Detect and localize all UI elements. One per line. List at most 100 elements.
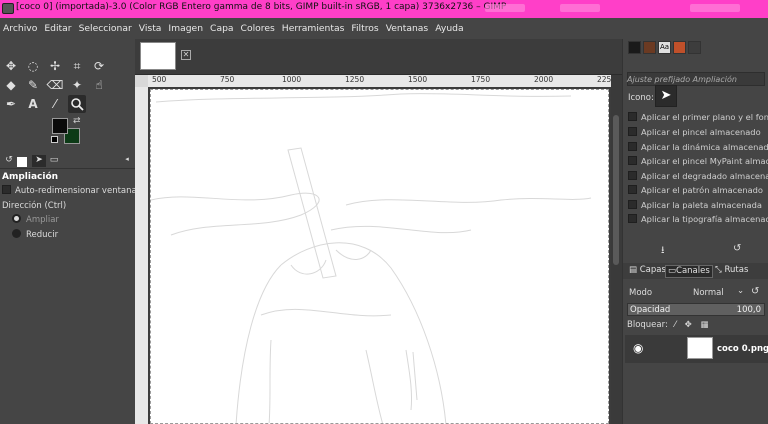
preset-icon-button[interactable]: ➤ xyxy=(655,85,677,107)
preset-checkbox[interactable] xyxy=(628,156,637,165)
tool-options-tab-icon[interactable]: ↺ xyxy=(2,155,16,167)
preset-item-label: Aplicar la paleta almacenada xyxy=(641,200,762,210)
preset-checkbox[interactable] xyxy=(628,185,637,194)
preset-item[interactable]: Aplicar la tipografía almacenada xyxy=(628,214,768,224)
crop-tool-icon[interactable]: ⌗ xyxy=(68,57,86,75)
zoom-out-radio-dot[interactable] xyxy=(12,229,21,238)
menu-seleccionar[interactable]: Seleccionar xyxy=(79,23,132,34)
warp-tool-icon[interactable]: ✢ xyxy=(46,57,64,75)
default-colors-icon[interactable] xyxy=(51,136,58,143)
text-tool-icon[interactable]: A xyxy=(24,95,42,113)
ruler-tick: 225 xyxy=(597,75,611,84)
smudge-icon[interactable]: ☝ xyxy=(90,76,108,94)
foreground-color-swatch[interactable] xyxy=(52,118,68,134)
menu-herramientas[interactable]: Herramientas xyxy=(282,23,345,34)
reset-preset-icon[interactable]: ↺ xyxy=(733,243,741,254)
zoom-tool-icon[interactable] xyxy=(68,95,86,113)
preset-item-label: Aplicar el pincel MyPaint almacen xyxy=(641,156,768,166)
presets-tab-icon[interactable] xyxy=(688,41,701,54)
layer-thumbnail xyxy=(687,337,713,359)
preset-checkbox[interactable] xyxy=(628,127,637,136)
background-tab-ghost xyxy=(560,4,600,12)
background-tab-ghost xyxy=(485,4,525,12)
preset-item[interactable]: Aplicar la dinámica almacenada xyxy=(628,142,768,152)
menu-archivo[interactable]: Archivo xyxy=(3,23,37,34)
document-history-tab-icon[interactable] xyxy=(673,41,686,54)
zoom-out-radio[interactable]: Reducir xyxy=(12,229,58,240)
image-canvas[interactable] xyxy=(150,89,609,424)
tab-paths-label: Rutas xyxy=(724,265,749,275)
scrollbar-thumb[interactable] xyxy=(613,115,619,265)
zoom-in-radio[interactable]: Ampliar xyxy=(12,214,59,225)
preset-checkbox[interactable] xyxy=(628,214,637,223)
lasso-tool-icon[interactable]: ◌ xyxy=(24,57,42,75)
reset-mode-icon[interactable]: ↺ xyxy=(751,286,759,297)
menu-ayuda[interactable]: Ayuda xyxy=(435,23,463,34)
layer-row[interactable]: ◉ coco 0.png xyxy=(625,335,768,363)
swap-colors-icon[interactable]: ⇄ xyxy=(73,116,81,126)
preset-item-label: Aplicar la tipografía almacenada xyxy=(641,214,768,224)
panel-menu-icon[interactable]: ◂ xyxy=(120,155,134,167)
clone-icon[interactable]: ✦ xyxy=(68,76,86,94)
preset-item[interactable]: Aplicar el primer plano y el fondo xyxy=(628,112,768,122)
horizontal-ruler[interactable]: 500 750 1000 1250 1500 1750 2000 225 xyxy=(148,75,611,87)
opacity-slider[interactable]: Opacidad 100,0 xyxy=(627,303,765,316)
fonts-tab-icon[interactable]: Aa xyxy=(658,41,671,54)
close-tab-icon[interactable]: ✕ xyxy=(181,50,191,60)
preset-item[interactable]: Aplicar el patrón almacenado xyxy=(628,185,763,195)
device-status-tab-icon[interactable] xyxy=(17,157,27,167)
tab-layers-label: Capas xyxy=(639,265,666,275)
image-tab-thumbnail[interactable] xyxy=(140,42,176,70)
paintbrush-icon[interactable]: ✎ xyxy=(24,76,42,94)
transform-tool-icon[interactable]: ⟳ xyxy=(90,57,108,75)
patterns-tab-icon[interactable] xyxy=(643,41,656,54)
tab-layers[interactable]: ▤ Capas xyxy=(627,265,668,278)
preset-checkbox[interactable] xyxy=(628,171,637,180)
ruler-tick: 1750 xyxy=(471,75,491,84)
color-picker-icon[interactable]: ⁄ xyxy=(46,95,64,113)
preset-checkbox[interactable] xyxy=(628,112,637,121)
tab-paths[interactable]: ⤡ Rutas xyxy=(713,265,750,278)
vertical-scrollbar[interactable] xyxy=(611,75,622,424)
vertical-ruler[interactable] xyxy=(135,87,148,424)
preset-item[interactable]: Aplicar el pincel MyPaint almacen xyxy=(628,156,768,166)
auto-resize-label: Auto-redimensionar ventana xyxy=(15,186,137,196)
menu-vista[interactable]: Vista xyxy=(139,23,162,34)
mode-select[interactable]: Normal ⌄ xyxy=(689,285,747,300)
menu-editar[interactable]: Editar xyxy=(44,23,71,34)
preset-item[interactable]: Aplicar el pincel almacenado xyxy=(628,127,761,137)
move-tool-icon[interactable]: ✥ xyxy=(2,57,20,75)
menu-colores[interactable]: Colores xyxy=(241,23,275,34)
eraser-icon[interactable]: ⌫ xyxy=(46,76,64,94)
menu-capa[interactable]: Capa xyxy=(210,23,234,34)
opacity-label: Opacidad xyxy=(630,305,671,315)
pointer-tab-icon[interactable]: ➤ xyxy=(32,155,46,167)
dock-tabs: Aa xyxy=(623,39,768,56)
lock-pixels-icon[interactable]: ⁄ xyxy=(675,320,676,330)
brushes-tab-icon[interactable] xyxy=(628,41,641,54)
tab-channels-label: Canales xyxy=(676,266,710,276)
menu-filtros[interactable]: Filtros xyxy=(351,23,378,34)
chevron-down-icon: ⌄ xyxy=(737,286,745,296)
zoom-in-radio-dot[interactable] xyxy=(12,214,21,223)
title-bar: [coco 0] (importada)-3.0 (Color RGB Ente… xyxy=(0,0,768,18)
menu-imagen[interactable]: Imagen xyxy=(168,23,203,34)
tab-channels[interactable]: ▭Canales xyxy=(665,265,713,278)
menu-ventanas[interactable]: Ventanas xyxy=(386,23,429,34)
preset-item-label: Aplicar la dinámica almacenada xyxy=(641,142,768,152)
restore-preset-icon[interactable]: ⭳ xyxy=(661,243,665,260)
undo-history-tab-icon[interactable]: ▭ xyxy=(47,155,61,167)
magnifier-icon xyxy=(71,98,84,111)
preset-checkbox[interactable] xyxy=(628,200,637,209)
preset-item[interactable]: Aplicar la paleta almacenada xyxy=(628,200,762,210)
preset-item[interactable]: Aplicar el degradado almacenado xyxy=(628,171,768,181)
auto-resize-checkbox[interactable] xyxy=(2,185,11,194)
bucket-fill-icon[interactable]: ◆ xyxy=(2,76,20,94)
auto-resize-option[interactable]: Auto-redimensionar ventana xyxy=(2,185,137,196)
lock-position-icon[interactable]: ✥ xyxy=(685,320,692,330)
lock-alpha-icon[interactable]: ▦ xyxy=(700,320,708,330)
lock-label: Bloquear: xyxy=(627,320,668,330)
preset-checkbox[interactable] xyxy=(628,142,637,151)
paths-tool-icon[interactable]: ✒ xyxy=(2,95,20,113)
eye-icon[interactable]: ◉ xyxy=(633,341,643,355)
